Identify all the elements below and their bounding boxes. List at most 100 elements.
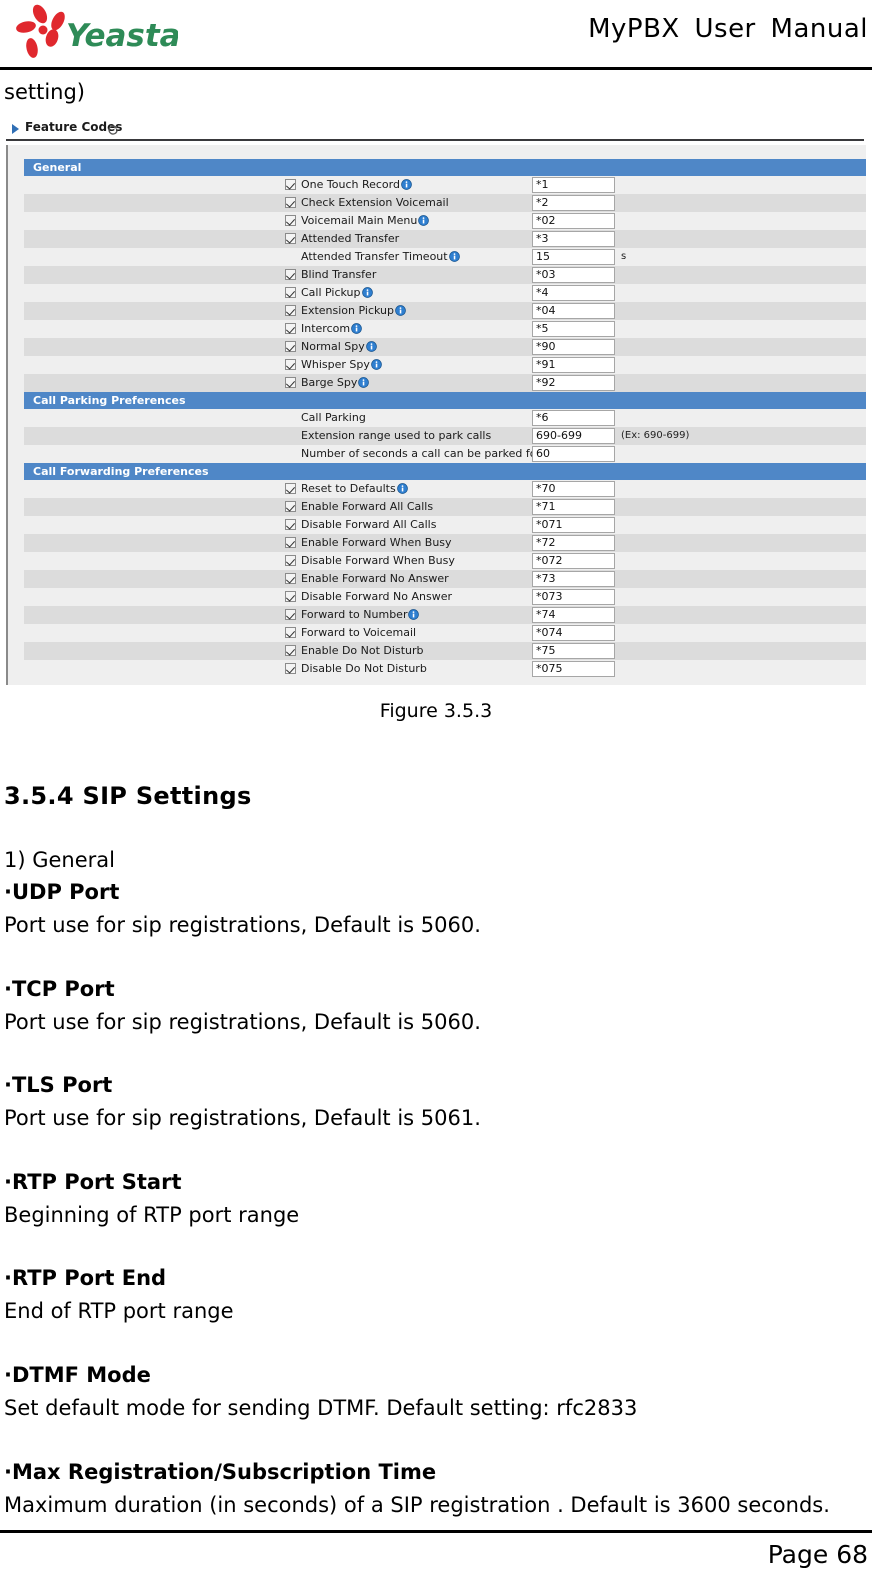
settings-row: Enable Do Not Disturb *75 <box>24 642 866 660</box>
checkbox-check-extension-voicemail[interactable] <box>285 197 296 208</box>
feature-code-input[interactable]: *074 <box>532 625 615 641</box>
feature-code-input[interactable]: *3 <box>532 231 615 247</box>
checkbox-voicemail-main-menu[interactable] <box>285 215 296 226</box>
settings-row: Normal Spy *90 <box>24 338 866 356</box>
checkbox-one-touch-record[interactable] <box>285 179 296 190</box>
checkbox-blind-transfer[interactable] <box>285 269 296 280</box>
info-icon[interactable] <box>448 251 460 262</box>
row-label-text: Disable Do Not Disturb <box>301 662 427 675</box>
feature-code-input[interactable]: *1 <box>532 177 615 193</box>
section-header: General <box>24 159 866 176</box>
feature-code-input[interactable]: *72 <box>532 535 615 551</box>
row-label: Extension Pickup <box>301 304 406 317</box>
info-icon[interactable] <box>371 359 382 370</box>
checkbox-extension-pickup[interactable] <box>285 305 296 316</box>
checkbox-reset-to-defaults[interactable] <box>285 483 296 494</box>
feature-codes-panel: General One Touch Record *1 Check Extension… <box>6 145 866 685</box>
row-label: Call Parking <box>301 411 366 424</box>
checkbox-call-pickup[interactable] <box>285 287 296 298</box>
settings-row: Reset to Defaults *70 <box>24 480 866 498</box>
feature-code-input[interactable]: 15 <box>532 249 615 265</box>
checkbox-attended-transfer[interactable] <box>285 233 296 244</box>
info-icon[interactable] <box>408 609 420 620</box>
feature-code-input[interactable]: *75 <box>532 643 615 659</box>
settings-row: Whisper Spy *91 <box>24 356 866 374</box>
row-label: Enable Forward No Answer <box>301 572 449 585</box>
info-icon[interactable] <box>358 377 370 388</box>
row-label: Call Pickup <box>301 286 373 299</box>
feature-code-input[interactable]: *92 <box>532 375 615 391</box>
feature-code-input[interactable]: *91 <box>532 357 615 373</box>
feature-code-input[interactable]: *70 <box>532 481 615 497</box>
row-label-text: Extension range used to park calls <box>301 429 492 442</box>
checkbox-disable-do-not-disturb[interactable] <box>285 663 296 674</box>
info-icon[interactable] <box>418 215 430 226</box>
body-paragraph: End of RTP port range <box>4 1299 234 1323</box>
footer-rule <box>0 1530 872 1533</box>
row-label: Enable Do Not Disturb <box>301 644 423 657</box>
feature-code-input[interactable]: *075 <box>532 661 615 677</box>
checkbox-disable-forward-all-calls[interactable] <box>285 519 296 530</box>
info-icon[interactable] <box>365 341 377 352</box>
checkbox-disable-forward-when-busy[interactable] <box>285 555 296 566</box>
settings-row: Voicemail Main Menu *02 <box>24 212 866 230</box>
feature-code-input[interactable]: *072 <box>532 553 615 569</box>
row-label-text: Extension Pickup <box>301 304 394 317</box>
settings-row: Blind Transfer *03 <box>24 266 866 284</box>
body-paragraph: Maximum duration (in seconds) of a SIP r… <box>4 1493 830 1517</box>
checkbox-enable-forward-no-answer[interactable] <box>285 573 296 584</box>
body-paragraph: 1) General <box>4 848 115 872</box>
refresh-icon[interactable] <box>107 121 119 135</box>
feature-code-input[interactable]: *4 <box>532 285 615 301</box>
feature-code-input[interactable]: *90 <box>532 339 615 355</box>
settings-row: Extension range used to park calls 690-69… <box>24 427 866 445</box>
info-icon[interactable] <box>351 323 362 334</box>
settings-row: Barge Spy *92 <box>24 374 866 392</box>
checkbox-forward-to-number[interactable] <box>285 609 296 620</box>
checkbox-disable-forward-no-answer[interactable] <box>285 591 296 602</box>
row-label: Reset to Defaults <box>301 482 408 495</box>
feature-code-input[interactable]: *071 <box>532 517 615 533</box>
row-label: Intercom <box>301 322 362 335</box>
checkbox-enable-do-not-disturb[interactable] <box>285 645 296 656</box>
row-label: Whisper Spy <box>301 358 382 371</box>
feature-code-input[interactable]: *73 <box>532 571 615 587</box>
row-label: Extension range used to park calls <box>301 429 491 442</box>
feature-codes-tab-header[interactable]: Feature Codes <box>6 120 864 141</box>
row-label-text: Voicemail Main Menu <box>301 214 418 227</box>
info-icon[interactable] <box>401 179 412 190</box>
settings-row: Attended Transfer Timeout 15 s <box>24 248 866 266</box>
row-label-text: Forward to Number <box>301 608 408 621</box>
feature-code-input[interactable]: *5 <box>532 321 615 337</box>
info-icon[interactable] <box>396 483 408 494</box>
feature-code-input[interactable]: *03 <box>532 267 615 283</box>
checkbox-forward-to-voicemail[interactable] <box>285 627 296 638</box>
checkbox-intercom[interactable] <box>285 323 296 334</box>
page-number: Page 68 <box>767 1540 868 1569</box>
feature-code-input[interactable]: 60 <box>532 446 615 462</box>
settings-row: Number of seconds a call can be parked f… <box>24 445 866 463</box>
feature-code-input[interactable]: *02 <box>532 213 615 229</box>
body-subheading: ·RTP Port Start <box>4 1170 182 1194</box>
body-subheading: ·TLS Port <box>4 1073 113 1097</box>
checkbox-barge-spy[interactable] <box>285 377 296 388</box>
feature-code-input[interactable]: *073 <box>532 589 615 605</box>
body-subheading: ·DTMF Mode <box>4 1363 151 1387</box>
row-label-text: Reset to Defaults <box>301 482 396 495</box>
row-label-text: One Touch Record <box>301 178 400 191</box>
checkbox-enable-forward-when-busy[interactable] <box>285 537 296 548</box>
feature-code-input[interactable]: *71 <box>532 499 615 515</box>
checkbox-enable-forward-all-calls[interactable] <box>285 501 296 512</box>
settings-row: One Touch Record *1 <box>24 176 866 194</box>
row-label-text: Enable Do Not Disturb <box>301 644 424 657</box>
feature-code-input[interactable]: *6 <box>532 410 615 426</box>
feature-codes-sections: General One Touch Record *1 Check Extension… <box>24 159 866 678</box>
info-icon[interactable] <box>395 305 406 316</box>
feature-code-input[interactable]: *04 <box>532 303 615 319</box>
checkbox-whisper-spy[interactable] <box>285 359 296 370</box>
info-icon[interactable] <box>361 287 373 298</box>
feature-code-input[interactable]: 690-699 <box>532 428 615 444</box>
checkbox-normal-spy[interactable] <box>285 341 296 352</box>
feature-code-input[interactable]: *2 <box>532 195 615 211</box>
feature-code-input[interactable]: *74 <box>532 607 615 623</box>
